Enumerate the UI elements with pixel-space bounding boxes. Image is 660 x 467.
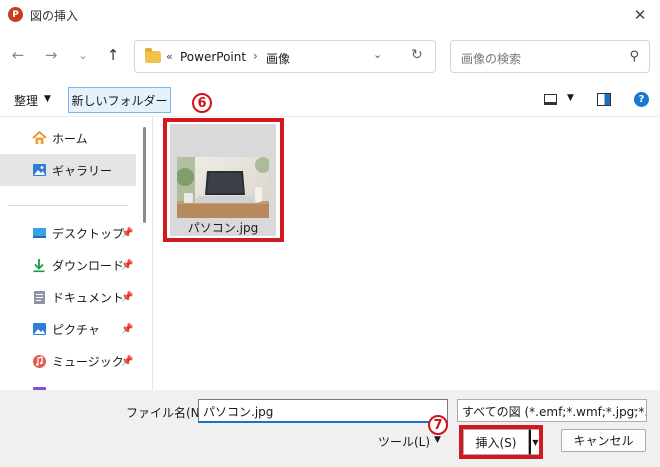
sidebar-item-pictures[interactable]: ピクチャ 📌 xyxy=(0,313,136,345)
highlight-box-file xyxy=(163,118,284,242)
highlight-box-insert xyxy=(459,425,543,459)
sidebar-item-label: ギャラリー xyxy=(52,163,113,178)
gallery-icon xyxy=(31,163,47,178)
sidebar-scrollbar[interactable] xyxy=(143,127,146,223)
step-marker-7: 7 xyxy=(428,415,448,435)
address-bar[interactable]: « PowerPoint › 画像 ⌄ ↻ xyxy=(134,40,436,73)
sidebar-divider xyxy=(8,205,128,206)
preview-pane-icon[interactable] xyxy=(597,93,611,106)
folder-icon xyxy=(145,48,161,63)
search-placeholder: 画像の検索 xyxy=(461,52,522,66)
refresh-icon[interactable]: ↻ xyxy=(411,47,423,63)
recent-locations-chevron-icon[interactable]: ⌄ xyxy=(73,45,93,65)
sidebar-item-label: ピクチャ xyxy=(52,322,100,337)
music-icon xyxy=(31,354,47,369)
pin-icon[interactable]: 📌 xyxy=(121,324,133,335)
cancel-button[interactable]: キャンセル xyxy=(561,429,646,452)
back-arrow-icon[interactable]: ← xyxy=(8,45,28,65)
new-folder-button[interactable]: 新しいフォルダー xyxy=(68,87,171,113)
pane-divider xyxy=(152,117,153,390)
view-caret-icon[interactable]: ▼ xyxy=(567,93,574,103)
pin-icon[interactable]: 📌 xyxy=(121,356,133,367)
help-icon[interactable]: ? xyxy=(634,92,649,107)
sidebar-item-home[interactable]: ホーム xyxy=(0,122,136,154)
pictures-icon xyxy=(31,322,47,337)
window-title: 図の挿入 xyxy=(30,9,79,23)
pin-icon[interactable]: 📌 xyxy=(121,292,133,303)
address-dropdown-icon[interactable]: ⌄ xyxy=(373,48,382,61)
download-icon xyxy=(31,258,47,273)
sidebar-item-documents[interactable]: ドキュメント 📌 xyxy=(0,281,136,313)
search-input[interactable]: 画像の検索 ⚲ xyxy=(450,40,650,73)
sidebar-item-downloads[interactable]: ダウンロード 📌 xyxy=(0,249,136,281)
search-icon[interactable]: ⚲ xyxy=(629,49,639,64)
powerpoint-icon: P xyxy=(8,7,23,22)
organize-caret-icon[interactable]: ▼ xyxy=(44,94,51,104)
breadcrumb-images[interactable]: 画像 xyxy=(266,50,290,67)
sidebar-item-label: ダウンロード xyxy=(52,258,125,273)
sidebar-item-label: ミュージック xyxy=(52,354,124,369)
document-icon xyxy=(31,290,47,305)
tools-caret-icon[interactable]: ▼ xyxy=(434,435,441,445)
sidebar-item-label: デスクトップ xyxy=(52,226,125,241)
close-button[interactable]: ✕ xyxy=(628,3,652,27)
up-arrow-icon[interactable]: ↑ xyxy=(103,45,123,65)
sidebar-item-gallery[interactable]: ギャラリー xyxy=(0,154,136,186)
sidebar-item-label: ドキュメント xyxy=(52,290,125,305)
breadcrumb-overflow[interactable]: « xyxy=(166,50,173,63)
view-options-icon[interactable] xyxy=(544,94,557,105)
filename-label: ファイル名(N): xyxy=(126,406,209,420)
tools-menu-button[interactable]: ツール(L) xyxy=(378,433,430,450)
breadcrumb-powerpoint[interactable]: PowerPoint xyxy=(180,50,246,64)
sidebar-item-music[interactable]: ミュージック 📌 xyxy=(0,345,136,377)
forward-arrow-icon[interactable]: → xyxy=(41,45,61,65)
home-icon xyxy=(31,131,47,146)
organize-menu-button[interactable]: 整理 xyxy=(14,92,38,109)
filename-input[interactable]: パソコン.jpg xyxy=(198,399,448,422)
navigation-pane[interactable]: ホーム ギャラリー デスクトップ 📌 ダウンロード 📌 ドキュメント 📌 ピクチ… xyxy=(0,117,148,390)
sidebar-item-label: ホーム xyxy=(52,131,88,146)
file-type-select[interactable]: すべての図 (*.emf;*.wmf;*.jpg;*.jp xyxy=(457,399,647,422)
pin-icon[interactable]: 📌 xyxy=(121,260,133,271)
step-marker-6: 6 xyxy=(192,93,212,113)
file-type-chevron-icon[interactable]: ⌄ xyxy=(632,404,640,414)
pin-icon[interactable]: 📌 xyxy=(121,228,133,239)
filename-focus-underline xyxy=(198,421,448,423)
breadcrumb-separator-icon[interactable]: › xyxy=(253,49,258,63)
sidebar-item-partial[interactable] xyxy=(0,377,136,390)
title-bar: P 図の挿入 ✕ xyxy=(0,0,660,30)
desktop-icon xyxy=(31,226,47,241)
sidebar-item-desktop[interactable]: デスクトップ 📌 xyxy=(0,217,136,249)
